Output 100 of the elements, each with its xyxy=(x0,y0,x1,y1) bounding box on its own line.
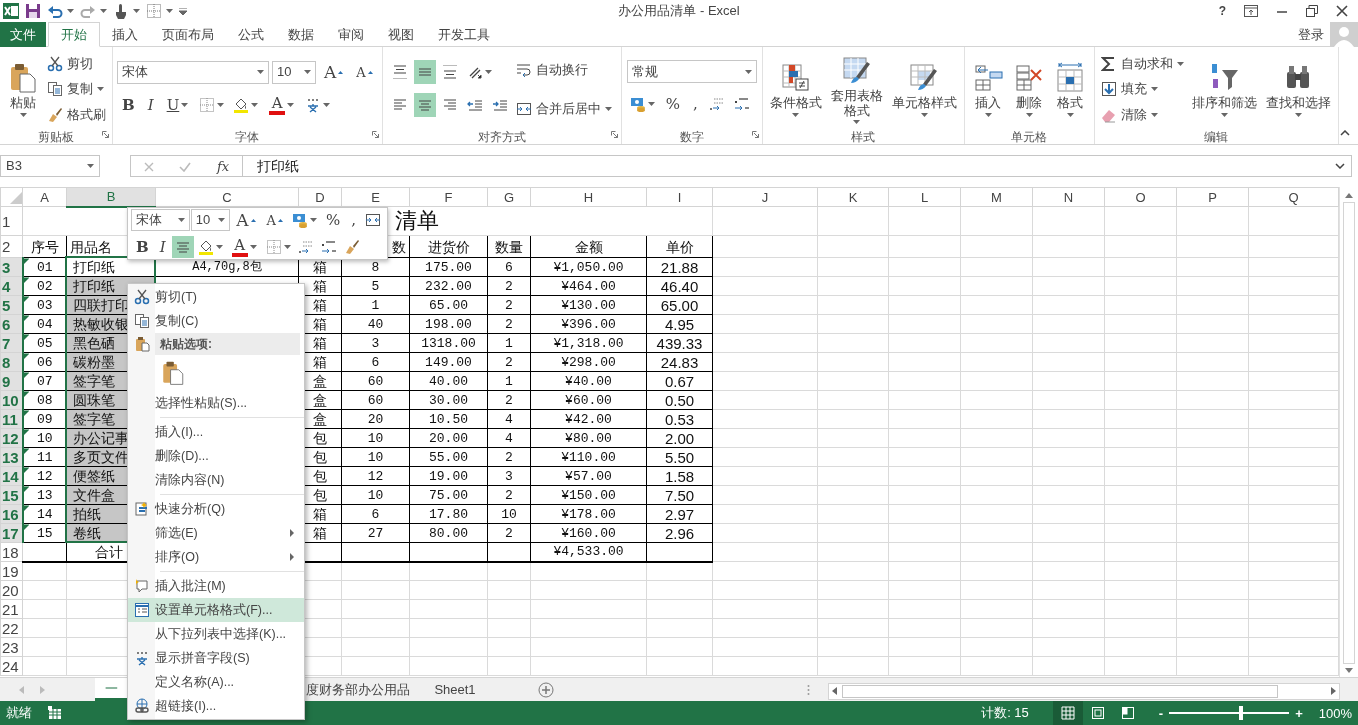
ribbon-tab[interactable]: 数据 xyxy=(276,22,326,47)
menu-item[interactable]: 显示拼音字段(S) xyxy=(128,646,304,670)
ribbon-button[interactable]: 填充 xyxy=(1098,79,1186,100)
decrease-decimal-icon xyxy=(320,239,337,255)
table-cell: 149.00 xyxy=(409,352,488,372)
toolbar-button[interactable] xyxy=(25,3,41,19)
toolbar-button[interactable]: B xyxy=(117,93,140,117)
column-header[interactable]: A xyxy=(22,187,67,207)
ribbon-button[interactable]: 合并后居中 xyxy=(514,98,615,119)
help-button[interactable]: ? xyxy=(1218,5,1226,17)
ribbon-button[interactable]: 排序和筛选 xyxy=(1188,60,1260,119)
align-left-icon xyxy=(392,97,409,113)
ribbon-button[interactable]: 格式刷 xyxy=(45,105,108,126)
dropdown-field[interactable]: 常规 xyxy=(626,60,757,83)
ribbon-button[interactable]: 单元格样式 xyxy=(888,60,960,119)
column-header[interactable]: L xyxy=(888,187,961,207)
ribbon-tab[interactable]: 开发工具 xyxy=(426,22,502,47)
column-header[interactable]: B xyxy=(66,187,156,207)
formula-input[interactable]: 打印纸 xyxy=(242,155,1352,177)
ribbon-button[interactable]: 自动换行 xyxy=(514,60,615,81)
ribbon-tab[interactable]: 插入 xyxy=(100,22,150,47)
zoom-level-button[interactable]: 100% xyxy=(1318,706,1352,720)
ribbon-button[interactable]: 插入 xyxy=(969,60,1008,119)
column-header[interactable]: Q xyxy=(1248,187,1339,207)
column-header[interactable]: N xyxy=(1032,187,1105,207)
toolbar-button[interactable] xyxy=(113,3,140,19)
column-header[interactable]: F xyxy=(409,187,488,207)
dropdown-field[interactable]: 10 xyxy=(272,60,316,84)
menu-item[interactable]: 从下拉列表中选择(K)... xyxy=(128,622,304,646)
ribbon-button[interactable]: 复制 xyxy=(45,79,108,100)
menu-item[interactable]: 超链接(I)... xyxy=(128,694,304,718)
macro-record-button[interactable] xyxy=(48,705,62,721)
ribbon-button[interactable]: 格式 xyxy=(1051,60,1090,119)
menu-item[interactable]: 定义名称(A)... xyxy=(128,670,304,694)
window-title: 办公用品清单 - Excel xyxy=(618,2,740,21)
row-header[interactable]: 1 xyxy=(0,206,23,236)
table-cell: 20.00 xyxy=(409,428,488,448)
ribbon-button[interactable]: 粘贴 xyxy=(4,60,42,119)
restore-button[interactable] xyxy=(1306,4,1318,18)
ribbon-button[interactable]: 剪切 xyxy=(45,53,108,74)
ribbon-button[interactable]: 清除 xyxy=(1098,105,1186,126)
table-cell: 3 xyxy=(487,466,531,486)
dialog-launcher-button[interactable] xyxy=(102,128,109,140)
column-header[interactable]: O xyxy=(1104,187,1177,207)
dialog-launcher-button[interactable] xyxy=(610,128,618,140)
slider-thumb[interactable] xyxy=(1239,706,1244,720)
ribbon-tab[interactable]: 开始 xyxy=(48,22,100,47)
border-icon xyxy=(199,97,216,113)
table-cell: 24.83 xyxy=(646,352,713,372)
ribbon-display-button[interactable] xyxy=(1244,4,1258,18)
table-cell: 6 xyxy=(341,352,410,372)
ribbon-button[interactable]: 自动求和 xyxy=(1098,53,1186,74)
ribbon-button[interactable]: 套用表格格式 xyxy=(827,53,886,126)
dropdown-field[interactable]: 宋体 xyxy=(131,209,190,231)
insert-function-button[interactable]: fx xyxy=(217,159,230,173)
group-label: 单元格 xyxy=(1010,129,1049,144)
toolbar-button[interactable]: , xyxy=(687,92,703,116)
toolbar-button[interactable] xyxy=(47,3,74,19)
ribbon-tab[interactable]: 视图 xyxy=(376,22,426,47)
toolbar-button[interactable] xyxy=(146,3,173,19)
column-header[interactable]: J xyxy=(712,187,818,207)
ribbon-tab[interactable]: 页面布局 xyxy=(150,22,226,47)
toolbar-button[interactable] xyxy=(80,3,107,19)
column-header[interactable]: H xyxy=(530,187,647,207)
dropdown-field[interactable]: 10 xyxy=(190,209,231,231)
row-header[interactable]: 2 xyxy=(0,235,23,258)
column-header[interactable]: D xyxy=(298,187,342,207)
toolbar-button[interactable]: % xyxy=(660,92,685,116)
sign-in-link[interactable]: 登录 xyxy=(1298,27,1324,41)
ribbon-tab[interactable]: 审阅 xyxy=(326,22,376,47)
column-header[interactable]: C xyxy=(155,187,299,207)
column-header[interactable]: G xyxy=(487,187,531,207)
dialog-launcher-button[interactable] xyxy=(371,128,379,140)
ribbon-button[interactable]: 删除 xyxy=(1010,60,1049,119)
toolbar-button[interactable]: I xyxy=(142,93,159,117)
toolbar-button[interactable]: U xyxy=(161,93,194,117)
column-header[interactable]: P xyxy=(1176,187,1249,207)
zoom-in-button[interactable]: + xyxy=(1295,706,1303,720)
toolbar-button[interactable]: A xyxy=(351,60,378,84)
dialog-launcher-button[interactable] xyxy=(751,128,759,140)
name-box[interactable]: B3 xyxy=(0,155,100,177)
toolbar-button[interactable]: A xyxy=(264,93,300,117)
menu-item[interactable]: 设置单元格格式(F)... xyxy=(128,598,304,622)
file-tab[interactable]: 文件 xyxy=(0,22,46,47)
zoom-out-button[interactable]: - xyxy=(1158,706,1164,720)
ribbon-button[interactable]: 条件格式 xyxy=(766,60,825,119)
toolbar-button[interactable]: A xyxy=(319,60,349,84)
dropdown-field[interactable]: 宋体 xyxy=(117,60,269,84)
sheet-tab[interactable]: Sheet1 xyxy=(420,678,490,701)
column-header[interactable]: M xyxy=(960,187,1033,207)
column-header[interactable]: K xyxy=(817,187,889,207)
menu-item[interactable]: 插入批注(M) xyxy=(128,574,304,598)
close-button[interactable] xyxy=(1336,4,1348,18)
column-header[interactable]: E xyxy=(341,187,410,207)
column-header[interactable]: I xyxy=(646,187,713,207)
view-button[interactable] xyxy=(1052,701,1083,725)
ribbon-button[interactable]: 查找和选择 xyxy=(1262,60,1334,119)
paste-option-button[interactable] xyxy=(160,360,186,386)
ribbon-tab[interactable]: 公式 xyxy=(226,22,276,47)
customize-button[interactable] xyxy=(179,5,187,17)
